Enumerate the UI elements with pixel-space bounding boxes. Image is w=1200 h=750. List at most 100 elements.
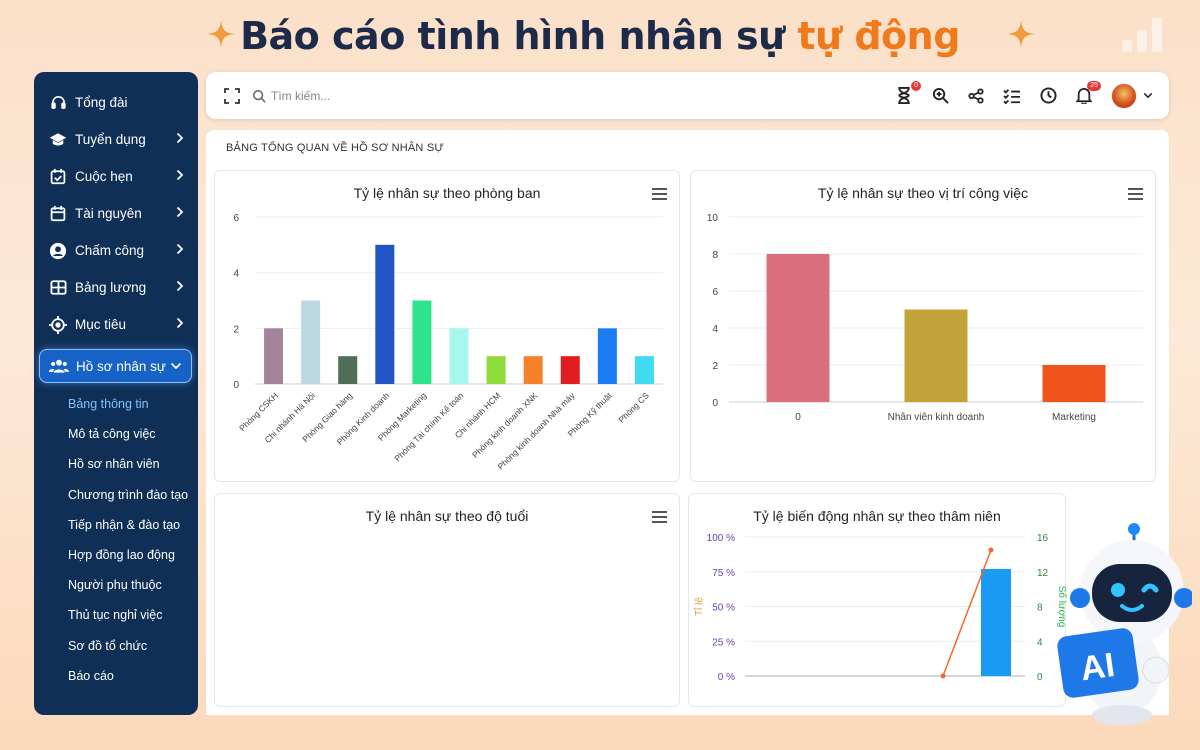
y-tick-label: 2: [712, 361, 718, 372]
sidebar-item-label: Cuộc hẹn: [75, 169, 133, 184]
fullscreen-icon[interactable]: [224, 87, 240, 104]
search-box[interactable]: Tìm kiếm...: [252, 89, 330, 103]
x-tick-label: Phòng Tài chính Kế toán: [392, 390, 465, 463]
sidebar-item-cham-cong[interactable]: Chấm công: [34, 232, 198, 269]
chart-title: Tỷ lệ nhân sự theo độ tuổi: [365, 508, 529, 524]
sparkle-icon: [1007, 20, 1035, 48]
bar: [1042, 365, 1106, 402]
search-input[interactable]: Tìm kiếm...: [271, 89, 330, 103]
y-tick-label-right: 8: [1037, 603, 1043, 614]
submenu-item-chuong-trinh-dao-tao[interactable]: Chương trình đào tạo: [68, 480, 198, 510]
history-button[interactable]: [1039, 87, 1057, 105]
sidebar-item-cuoc-hen[interactable]: Cuộc hẹn: [34, 158, 198, 195]
y-tick-label-left: 50 %: [712, 603, 735, 614]
sidebar: Tổng đài Tuyển dụng Cuộc hẹn Tài nguyên …: [34, 72, 198, 715]
y-tick-label: 4: [233, 269, 239, 280]
target-icon: [48, 315, 68, 335]
table-icon: [48, 278, 68, 298]
line-point: [940, 673, 946, 679]
bar: [412, 300, 432, 384]
chart-card-seniority: Tỷ lệ biến động nhân sự theo thâm niên 0…: [688, 493, 1067, 707]
checklist-button[interactable]: [1003, 87, 1021, 105]
y-tick-label: 10: [707, 213, 719, 224]
dashboard-content: BẢNG TỔNG QUAN VỀ HỒ SƠ NHÂN SỰ Tỷ lệ nh…: [206, 130, 1169, 715]
line-point: [988, 547, 994, 553]
notifications-button[interactable]: 25: [1075, 80, 1101, 105]
y-tick-label-left: 25 %: [712, 637, 735, 648]
y-tick-label-right: 4: [1037, 637, 1043, 648]
submenu-item-ho-so-nhan-vien[interactable]: Hồ sơ nhân viên: [68, 449, 198, 479]
bar: [904, 309, 968, 402]
submenu-item-mo-ta-cong-viec[interactable]: Mô tả công việc: [68, 419, 198, 449]
y-tick-label: 0: [233, 380, 239, 391]
chevron-down-icon: [170, 362, 182, 370]
top-bar: Tìm kiếm... 0 25: [206, 72, 1169, 119]
submenu-item-nguoi-phu-thuoc[interactable]: Người phụ thuộc: [68, 570, 198, 600]
hourglass-icon: [898, 87, 910, 104]
sidebar-item-tuyen-dung[interactable]: Tuyển dụng: [34, 121, 198, 158]
sidebar-item-bang-luong[interactable]: Bảng lương: [34, 269, 198, 306]
submenu-item-so-do-to-chuc[interactable]: Sơ đồ tổ chức: [68, 631, 198, 661]
zoom-in-icon: [932, 87, 949, 104]
bar: [634, 356, 654, 384]
sidebar-item-label: Hồ sơ nhân sự: [76, 358, 166, 374]
share-button[interactable]: [967, 87, 985, 105]
sparkle-icon: [207, 20, 235, 48]
sidebar-item-label: Tuyển dụng: [75, 132, 146, 147]
chart-card-department: Tỷ lệ nhân sự theo phòng ban 0 2 4 6 Phòng C…: [214, 170, 680, 482]
bar: [449, 328, 469, 384]
department-bar-chart: 0246Phòng CSKHChi nhánh Hà NộiPhòng Giao…: [233, 213, 663, 472]
notification-badge: 25: [1087, 80, 1101, 91]
x-tick-label: Marketing: [1052, 412, 1096, 423]
bar: [560, 356, 580, 384]
y-tick-label-left: 75 %: [712, 568, 735, 579]
user-menu[interactable]: [1111, 82, 1153, 109]
sidebar-item-ho-so-nhan-su[interactable]: Hồ sơ nhân sự: [39, 349, 192, 383]
bar: [981, 568, 1011, 676]
x-tick-label: Phòng kinh doanh Nhà máy: [495, 390, 577, 472]
sidebar-item-tong-dai[interactable]: Tổng đài: [34, 84, 198, 121]
banner-title: Báo cáo tình hình nhân sự tự động: [240, 14, 960, 58]
sidebar-item-label: Mục tiêu: [75, 317, 127, 332]
bar: [264, 328, 284, 384]
y-tick-label: 4: [712, 324, 718, 335]
sidebar-item-label: Tài nguyên: [75, 206, 142, 221]
menu-icon[interactable]: [652, 511, 667, 526]
submenu-item-tiep-nhan-dao-tao[interactable]: Tiếp nhận & đào tạo: [68, 510, 198, 540]
chevron-right-icon: [176, 317, 184, 329]
bar: [766, 254, 830, 402]
submenu-item-bao-cao[interactable]: Báo cáo: [68, 661, 198, 691]
users-icon: [49, 356, 69, 376]
bar: [597, 328, 617, 384]
y-tick-label-right: 16: [1037, 533, 1049, 544]
sidebar-item-muc-tieu[interactable]: Mục tiêu: [34, 306, 198, 343]
clock-icon: [1039, 87, 1057, 104]
share-icon: [968, 87, 984, 104]
zoom-search-button[interactable]: [931, 87, 949, 105]
sidebar-item-label: Chấm công: [75, 243, 145, 258]
chart-card-age: Tỷ lệ nhân sự theo độ tuổi: [214, 493, 680, 707]
y-tick-label: 6: [233, 213, 239, 224]
chart-card-position: Tỷ lệ nhân sự theo vị trí công việc 0246…: [690, 170, 1156, 482]
sidebar-item-tai-nguyen[interactable]: Tài nguyên: [34, 195, 198, 232]
search-icon: [252, 89, 266, 103]
y-tick-label: 0: [712, 398, 718, 409]
y-tick-label-right: 12: [1037, 568, 1049, 579]
submenu-item-hop-dong-lao-dong[interactable]: Hợp đồng lao động: [68, 540, 198, 570]
sidebar-item-label: Tổng đài: [75, 95, 128, 110]
calendar-icon: [48, 204, 68, 224]
main-area: Tìm kiếm... 0 25 BẢNG TỔNG QUAN VỀ HỒ SƠ…: [206, 72, 1169, 715]
seniority-combo-chart: 0 %25 %50 %75 %100 %0481216Tỉ lệ Số lượng: [693, 533, 1067, 683]
sidebar-submenu: Bảng thông tin Mô tả công việc Hồ sơ nhâ…: [34, 389, 198, 691]
avatar: [1111, 82, 1137, 109]
y-axis-label: Tỉ lệ: [693, 597, 705, 616]
submenu-item-bang-thong-tin[interactable]: Bảng thông tin: [68, 389, 198, 419]
user-circle-icon: [48, 241, 68, 261]
bar: [301, 300, 321, 384]
bar: [338, 356, 358, 384]
sidebar-item-label: Bảng lương: [75, 280, 147, 295]
chevron-right-icon: [176, 280, 184, 292]
y-tick-label: 8: [712, 250, 718, 261]
hourglass-timer-button[interactable]: 0: [895, 80, 921, 105]
submenu-item-thu-tuc-nghi-viec[interactable]: Thủ tục nghỉ việc: [68, 600, 198, 630]
